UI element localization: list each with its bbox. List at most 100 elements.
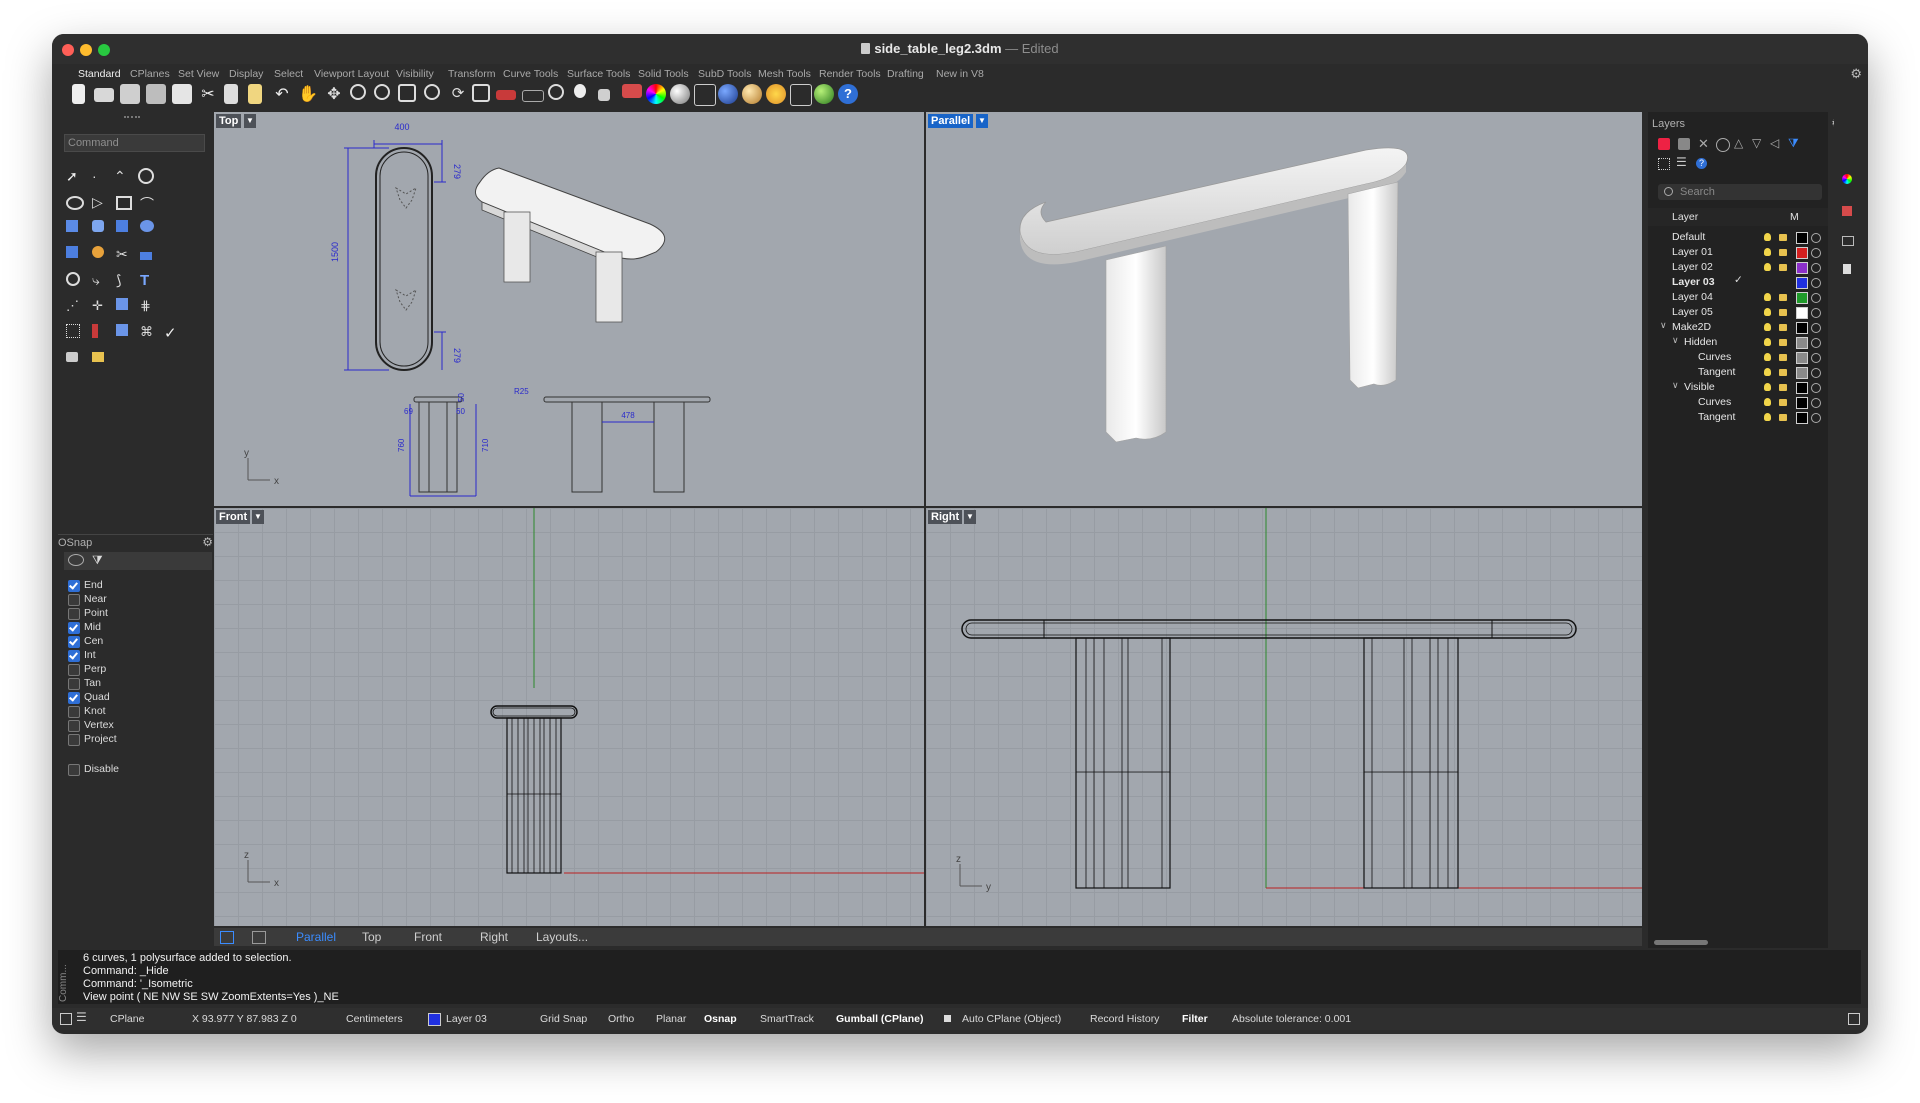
zoom-selected-icon[interactable] (424, 84, 440, 100)
viewport-menu-chevron-icon[interactable]: ▼ (976, 114, 988, 128)
checkbox[interactable] (68, 580, 80, 592)
layer-row-layer01[interactable]: Layer 01 (1648, 245, 1828, 260)
layer-manager-icon[interactable] (622, 84, 642, 98)
tab-subd-tools[interactable]: SubD Tools (698, 68, 752, 80)
material-icon[interactable] (1811, 248, 1821, 258)
layer-row-layer04[interactable]: Layer 04 (1648, 290, 1828, 305)
lock-icon[interactable] (1779, 324, 1787, 331)
layer-color-swatch[interactable] (1796, 292, 1808, 304)
extrude-tool-icon[interactable] (66, 220, 78, 232)
drag-handle[interactable] (124, 116, 140, 121)
layer-state-icon[interactable] (1716, 138, 1730, 152)
sweep-tool-icon[interactable] (92, 220, 104, 232)
grid-points-icon[interactable] (66, 324, 80, 338)
render-sphere-icon[interactable] (718, 84, 738, 104)
checkbox[interactable] (68, 608, 80, 620)
osnap-eye-icon[interactable] (68, 554, 84, 566)
layer-color-swatch[interactable] (1796, 352, 1808, 364)
lock-icon[interactable] (1779, 369, 1787, 376)
sidebar-toggle-icon[interactable] (60, 1013, 72, 1025)
checkbox[interactable] (68, 692, 80, 704)
layer-color-swatch[interactable] (1796, 262, 1808, 274)
material-icon[interactable] (1811, 413, 1821, 423)
four-viewport-icon[interactable] (252, 931, 266, 944)
material-icon[interactable] (1811, 278, 1821, 288)
tab-visibility[interactable]: Visibility (396, 68, 434, 80)
viewport-label-parallel[interactable]: Parallel (928, 114, 974, 128)
offset-tool-icon[interactable]: ⟆ (116, 272, 136, 292)
edit-points-icon[interactable] (116, 324, 128, 336)
filter-toggle[interactable]: Filter (1182, 1013, 1208, 1025)
material-icon[interactable] (1811, 383, 1821, 393)
layer-row-visible-curves[interactable]: Curves (1648, 395, 1828, 410)
checkbox[interactable] (68, 678, 80, 690)
checkbox[interactable] (68, 706, 80, 718)
layer-color-swatch[interactable] (1796, 397, 1808, 409)
tab-render-tools[interactable]: Render Tools (819, 68, 881, 80)
point-snap-icon[interactable] (548, 84, 564, 100)
material-icon[interactable] (1811, 233, 1821, 243)
collapse-icon[interactable]: ◁ (1770, 136, 1779, 150)
layer-color-swatch[interactable] (1796, 412, 1808, 424)
layer-color-swatch[interactable] (1796, 247, 1808, 259)
explode-tool-icon[interactable] (92, 246, 104, 258)
material-sphere-icon[interactable] (670, 84, 690, 104)
planar-toggle[interactable]: Planar (656, 1013, 686, 1025)
material-icon[interactable] (1811, 323, 1821, 333)
units-label[interactable]: Centimeters (346, 1013, 403, 1025)
box-solid-icon[interactable] (116, 220, 128, 232)
arc-tool-icon[interactable]: ⌒ (140, 194, 160, 214)
paste-icon[interactable] (248, 84, 262, 104)
material-icon[interactable] (1811, 308, 1821, 318)
help-icon[interactable]: ? (838, 84, 858, 104)
fillet-tool-icon[interactable]: ⤷ (92, 272, 112, 292)
properties-panel-tab-icon[interactable] (1843, 264, 1851, 274)
tab-solid-tools[interactable]: Solid Tools (638, 68, 689, 80)
zoom-icon[interactable] (350, 84, 366, 100)
ortho-toggle[interactable]: Ortho (608, 1013, 634, 1025)
checkbox[interactable] (68, 650, 80, 662)
tab-top[interactable]: Top (362, 930, 381, 944)
wireframe-car-icon[interactable] (522, 90, 544, 102)
lock-icon[interactable] (598, 89, 610, 101)
light-bulb-icon[interactable] (574, 84, 586, 98)
open-folder-icon[interactable] (94, 88, 114, 102)
lock-icon[interactable] (1779, 384, 1787, 391)
viewport-top[interactable]: 400 279 1500 279 50 60 69 R25 478 760 71… (214, 112, 924, 506)
material-icon[interactable] (1811, 263, 1821, 273)
layer-row-hidden-tangent[interactable]: Tangent (1648, 365, 1828, 380)
tab-display[interactable]: Display (229, 68, 263, 80)
material-icon[interactable] (1811, 338, 1821, 348)
new-sublayer-icon[interactable] (1678, 138, 1690, 150)
bulb-icon[interactable] (1764, 233, 1771, 241)
layer-color-swatch[interactable] (1796, 337, 1808, 349)
tab-layouts[interactable]: Layouts... (536, 930, 588, 944)
transform-move-icon[interactable]: ✛ (92, 298, 112, 318)
material-icon[interactable] (1811, 398, 1821, 408)
delete-layer-icon[interactable]: ✕ (1698, 136, 1709, 152)
cplane-label[interactable]: CPlane (110, 1013, 144, 1025)
join-tool-icon[interactable] (66, 272, 80, 286)
array-tool-icon[interactable]: ⋕ (140, 298, 160, 318)
select-arrow-icon[interactable]: ➚ (66, 168, 86, 188)
viewport-label-right[interactable]: Right (928, 510, 963, 524)
layers-help-icon[interactable]: ? (1696, 158, 1707, 169)
tab-standard[interactable]: Standard (78, 68, 121, 80)
tab-viewport-layout[interactable]: Viewport Layout (314, 68, 389, 80)
tab-drafting[interactable]: Drafting (887, 68, 924, 80)
checkbox[interactable] (68, 636, 80, 648)
checkbox[interactable] (68, 720, 80, 732)
checkbox[interactable] (68, 734, 80, 746)
record-history-toggle[interactable]: Record History (1090, 1013, 1159, 1025)
list-toggle-icon[interactable]: ☰ (76, 1010, 87, 1024)
ellipse-tool-icon[interactable] (66, 196, 84, 210)
split-tool-icon[interactable] (140, 252, 152, 260)
bulb-icon[interactable] (1764, 368, 1771, 376)
zoom-extents-icon[interactable] (398, 84, 416, 102)
layer-row-layer03[interactable]: Layer 03 ✓ (1648, 274, 1828, 290)
annotation-icon[interactable] (92, 352, 104, 362)
bulb-icon[interactable] (1764, 413, 1771, 421)
viewport-menu-chevron-icon[interactable]: ▼ (252, 510, 264, 524)
cut-icon[interactable]: ✂ (198, 84, 218, 104)
tab-surface-tools[interactable]: Surface Tools (567, 68, 630, 80)
